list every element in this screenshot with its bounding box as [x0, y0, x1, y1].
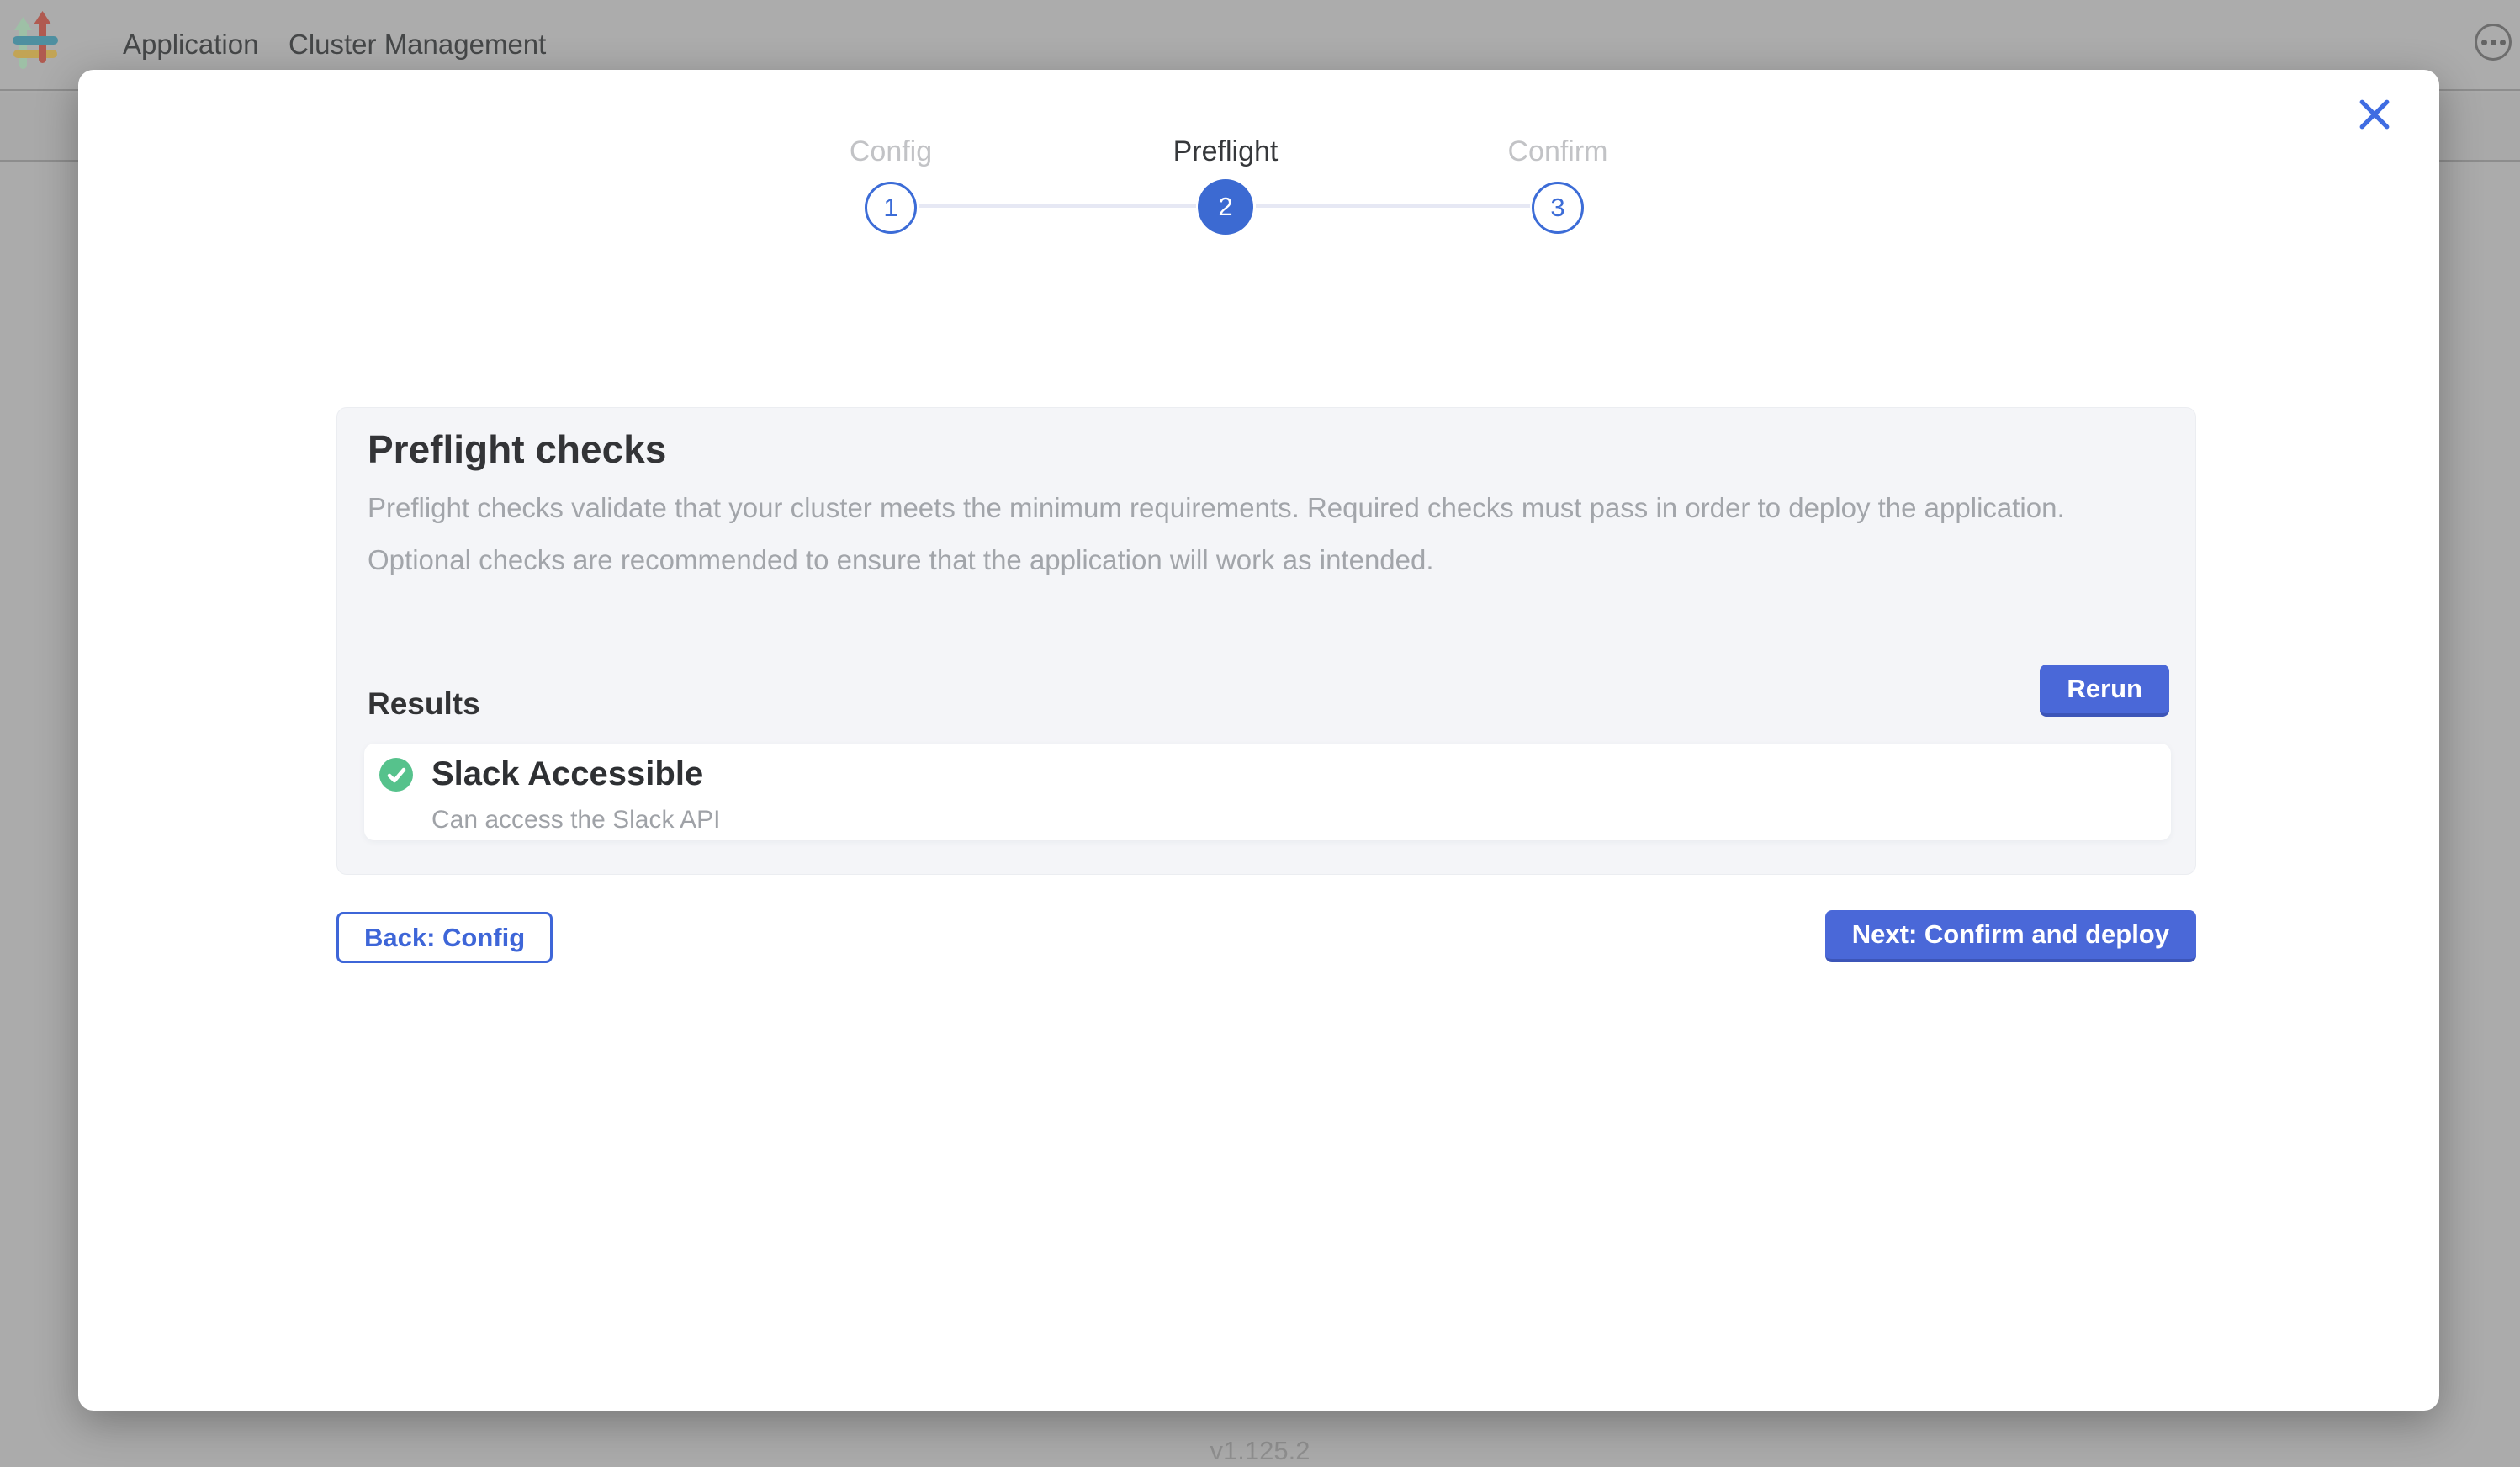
- step-connector: [1256, 204, 1530, 208]
- back-config-button[interactable]: Back: Config: [336, 912, 553, 963]
- step-circle-config[interactable]: 1: [865, 182, 917, 234]
- next-confirm-deploy-button[interactable]: Next: Confirm and deploy: [1825, 910, 2196, 962]
- step-connector: [919, 204, 1196, 208]
- nav-tab-cluster-management[interactable]: Cluster Management: [289, 29, 546, 61]
- step-label-preflight: Preflight: [1116, 135, 1335, 168]
- step-label-confirm: Confirm: [1448, 135, 1667, 168]
- nav-tab-application[interactable]: Application: [123, 29, 258, 61]
- close-icon[interactable]: [2350, 90, 2399, 139]
- app-logo-arrows-icon: [13, 11, 58, 70]
- result-title: Slack Accessible: [431, 755, 703, 793]
- result-detail: Can access the Slack API: [431, 806, 721, 834]
- step-circle-preflight[interactable]: 2: [1198, 179, 1253, 235]
- preflight-checks-panel: Preflight checks Preflight checks valida…: [336, 407, 2196, 875]
- step-circle-confirm[interactable]: 3: [1532, 182, 1584, 234]
- ellipsis-menu-icon[interactable]: [2475, 24, 2512, 61]
- check-circle-icon: [379, 758, 413, 792]
- step-label-config: Config: [781, 135, 1000, 168]
- preflight-wizard-modal: Config Preflight Confirm 1 2 3 Preflight…: [78, 70, 2439, 1411]
- rerun-button[interactable]: Rerun: [2040, 665, 2169, 717]
- panel-title: Preflight checks: [368, 426, 666, 472]
- app-version-label: v1.125.2: [0, 1436, 2520, 1466]
- results-heading: Results: [368, 686, 480, 722]
- panel-description: Preflight checks validate that your clus…: [368, 482, 2172, 586]
- preflight-result-row: Slack Accessible Can access the Slack AP…: [364, 744, 2171, 840]
